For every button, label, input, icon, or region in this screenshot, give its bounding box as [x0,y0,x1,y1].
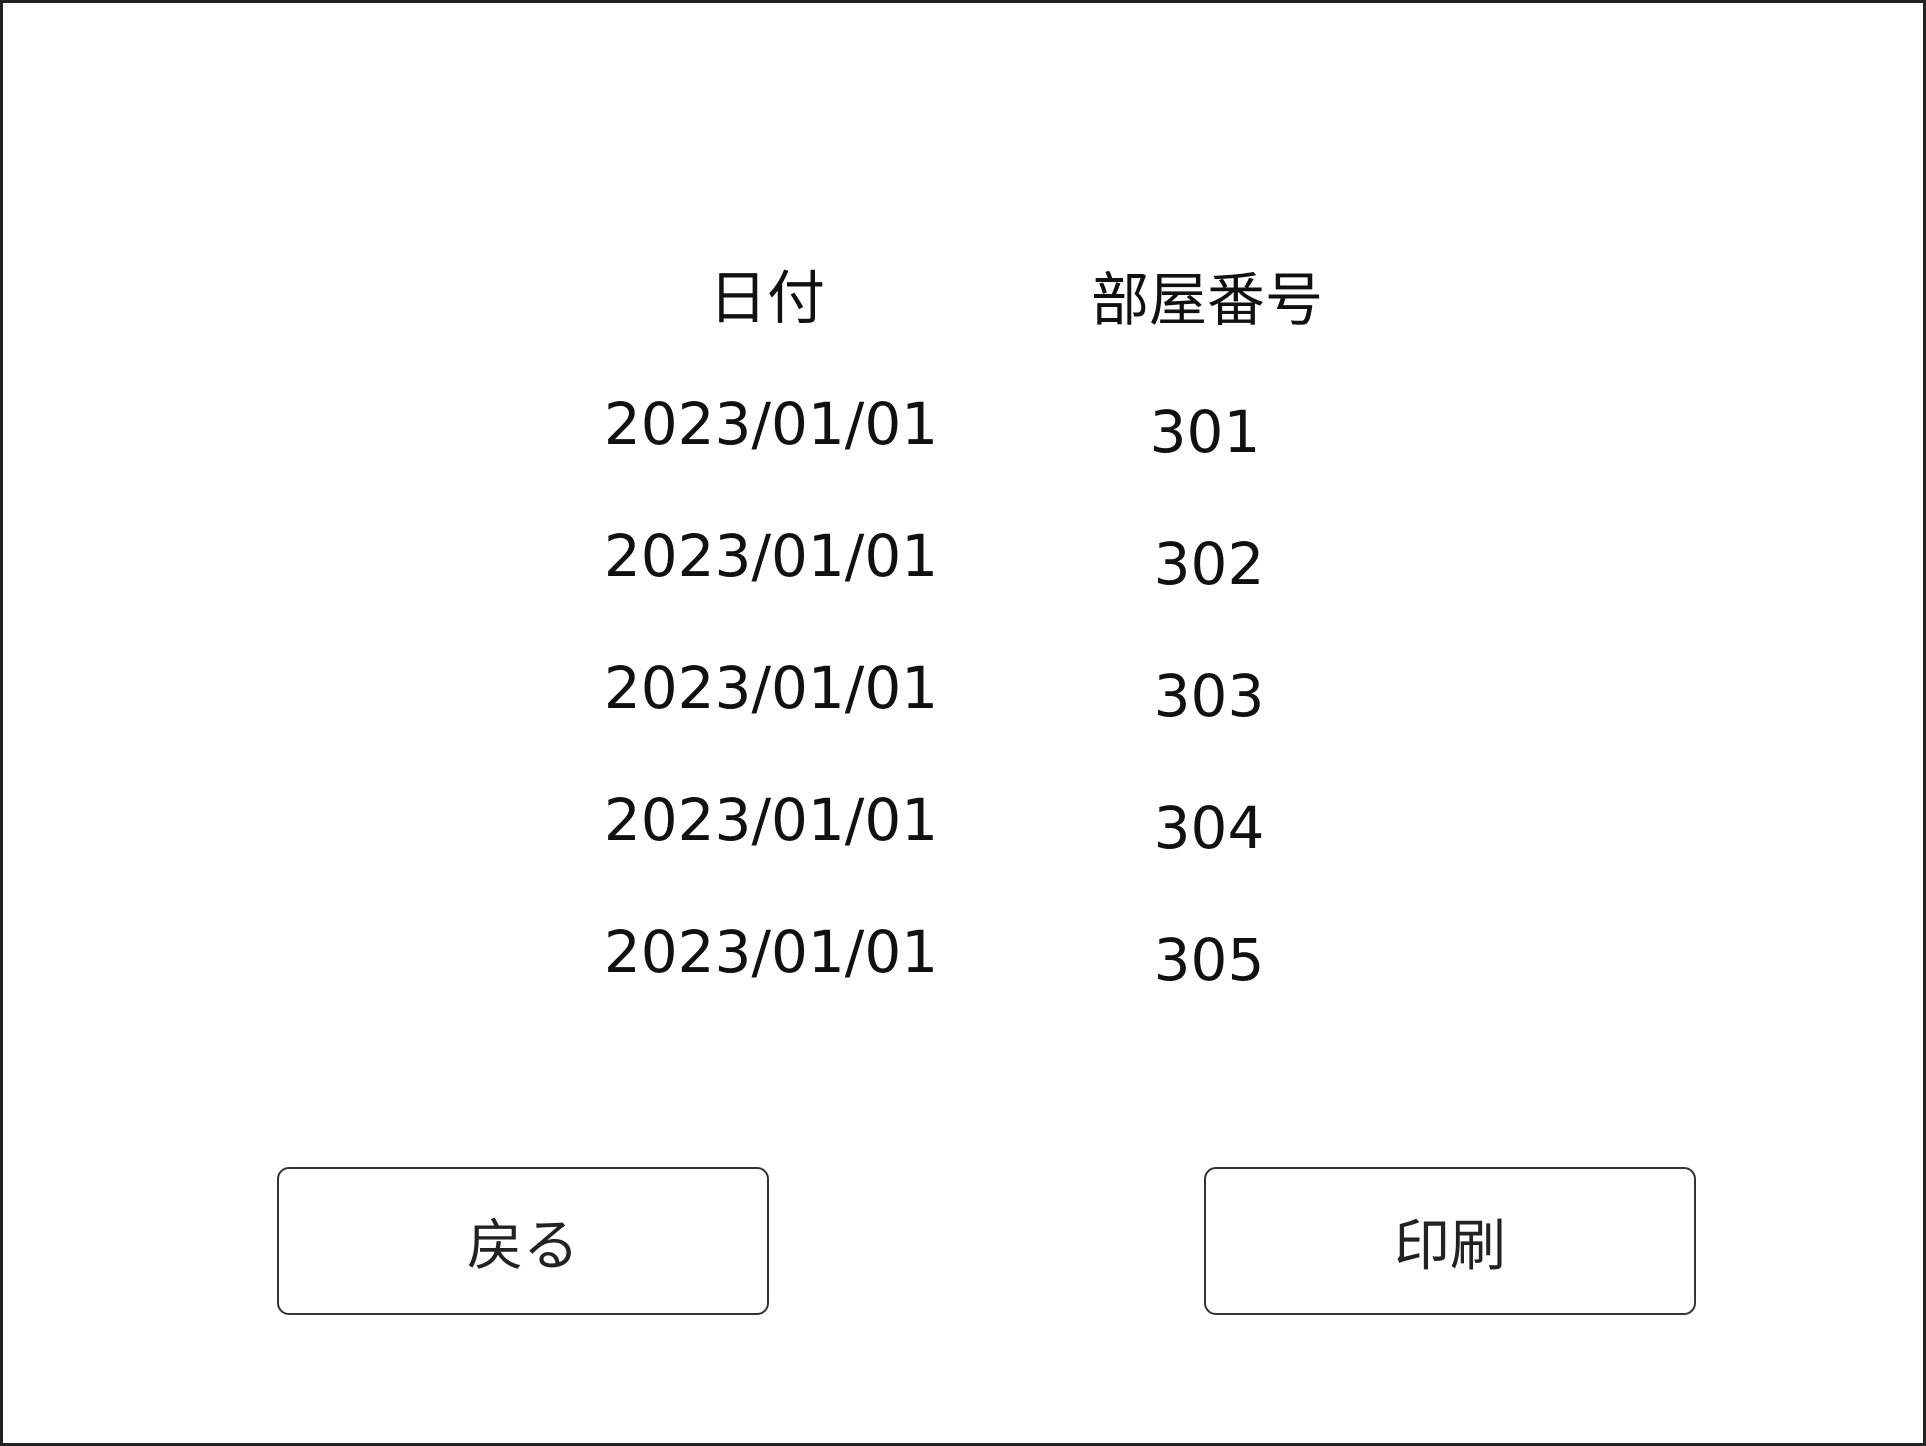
row-room: 302 [1153,530,1265,598]
row-room: 301 [1149,398,1261,466]
row-room: 304 [1153,794,1265,862]
screen-frame: 日付 部屋番号 2023/01/01 301 2023/01/01 302 20… [0,0,1926,1446]
row-date: 2023/01/01 [603,522,939,590]
row-room: 303 [1153,662,1265,730]
back-button[interactable]: 戻る [277,1167,769,1315]
row-date: 2023/01/01 [603,654,939,722]
row-date: 2023/01/01 [603,786,939,854]
header-date: 日付 [708,264,826,332]
print-button[interactable]: 印刷 [1204,1167,1696,1315]
row-room: 305 [1153,926,1265,994]
row-date: 2023/01/01 [603,918,939,986]
header-room-number: 部屋番号 [1090,266,1324,334]
row-date: 2023/01/01 [603,390,939,458]
